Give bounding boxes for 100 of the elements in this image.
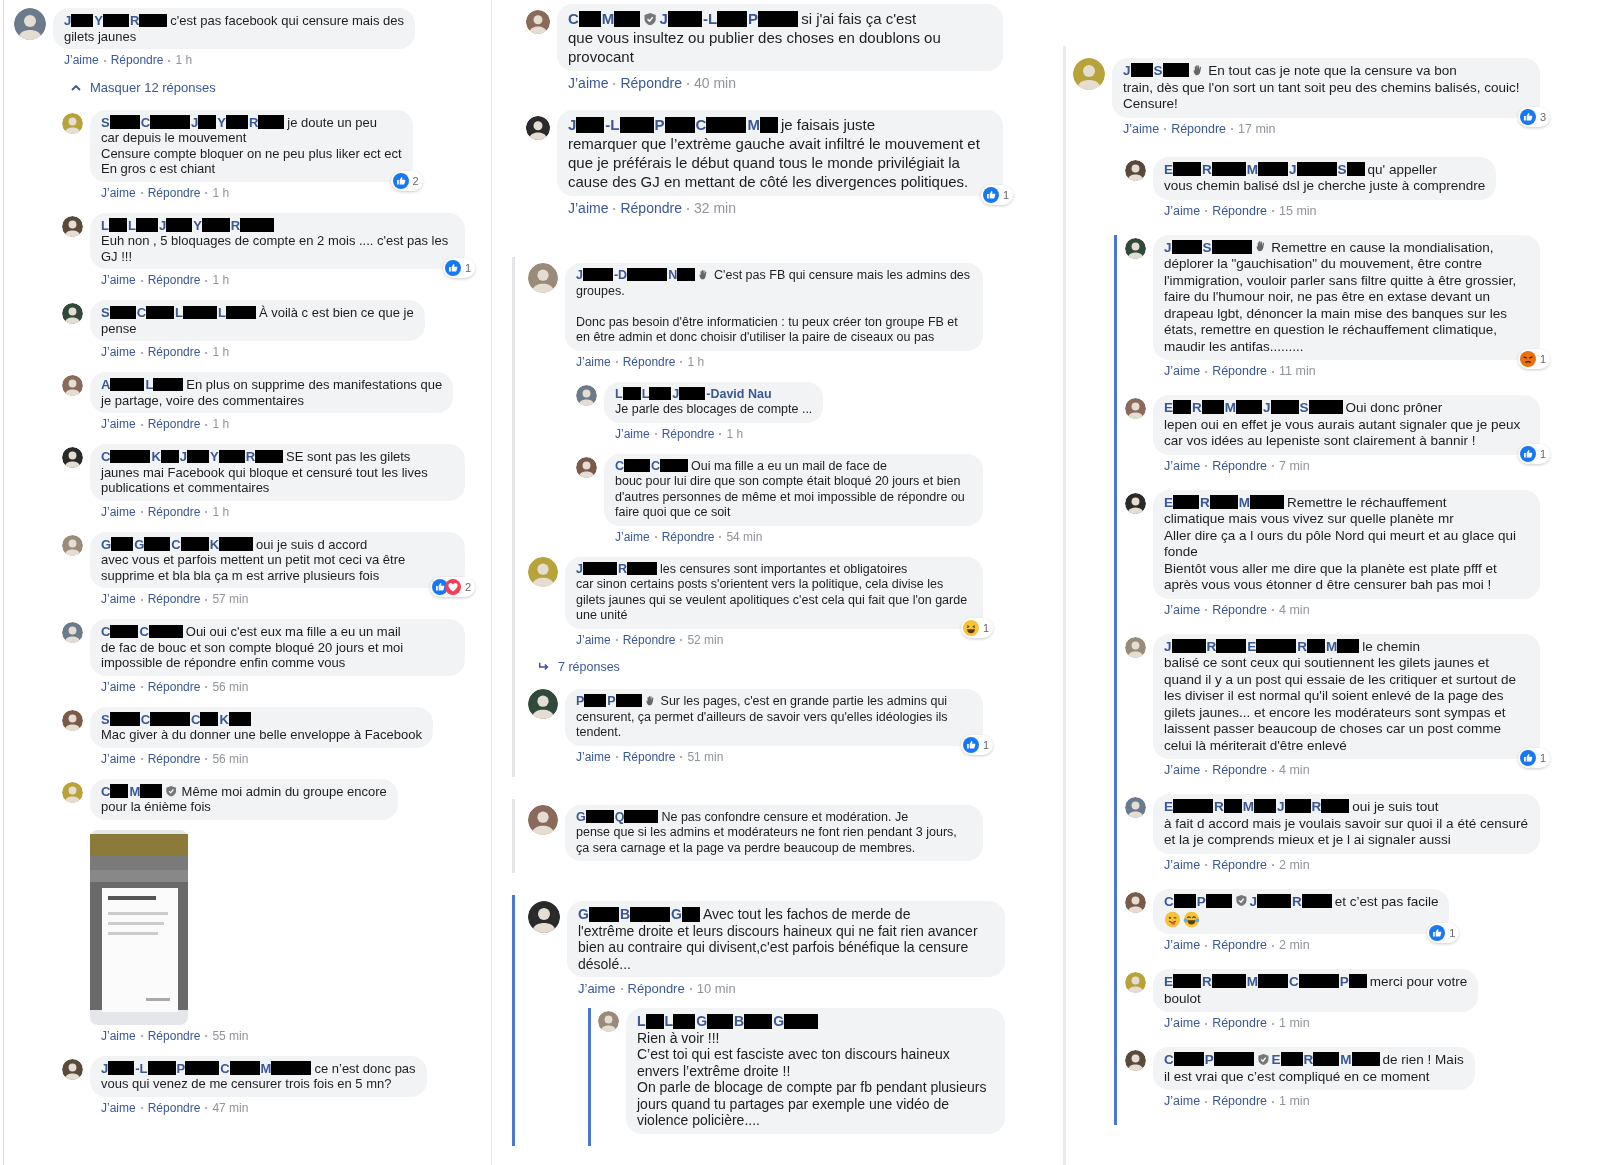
author-initial[interactable]: C xyxy=(140,114,151,130)
like-link[interactable]: J’aime xyxy=(1164,1016,1201,1031)
reaction-badge[interactable]: 1 xyxy=(442,258,475,278)
reply-link[interactable]: Répondre xyxy=(147,345,201,360)
avatar[interactable] xyxy=(1125,891,1146,913)
author-initial[interactable]: S xyxy=(101,305,110,320)
author-name[interactable]: -David Nau xyxy=(706,386,772,401)
author-initial[interactable]: N xyxy=(668,268,678,282)
author-initial[interactable]: R xyxy=(1303,1052,1314,1067)
avatar[interactable] xyxy=(576,456,597,478)
author-initial[interactable]: E xyxy=(1247,638,1257,654)
author-initial[interactable]: J xyxy=(1164,638,1172,654)
author-initial[interactable]: C xyxy=(101,624,111,639)
avatar[interactable] xyxy=(1125,492,1146,514)
reaction-badge[interactable]: 3 xyxy=(1517,106,1550,127)
author-initial[interactable]: S xyxy=(101,711,110,727)
author-initial[interactable]: C xyxy=(101,783,111,799)
reply-link[interactable]: Répondre xyxy=(1212,203,1268,219)
author-initial[interactable]: J xyxy=(1164,239,1172,255)
author-initial[interactable]: R xyxy=(617,561,627,576)
like-link[interactable]: J’aime xyxy=(576,632,611,648)
author-initial[interactable]: C xyxy=(191,711,201,727)
author-initial[interactable]: R xyxy=(245,449,256,464)
author-initial[interactable]: R xyxy=(1206,638,1217,654)
author-initial[interactable]: P xyxy=(1196,893,1206,909)
author-initial[interactable]: -L xyxy=(605,116,620,133)
like-link[interactable]: J’aime xyxy=(1164,763,1201,778)
author-initial[interactable]: J xyxy=(659,10,668,27)
reply-link[interactable]: Répondre xyxy=(622,632,676,648)
reply-link[interactable]: Répondre xyxy=(147,504,201,520)
reaction-badge[interactable]: 2 xyxy=(390,170,423,191)
author-initial[interactable]: -L xyxy=(135,1060,148,1076)
author-initial[interactable]: R xyxy=(1214,799,1224,814)
like-link[interactable]: J’aime xyxy=(1164,938,1201,953)
author-initial[interactable]: G xyxy=(134,536,145,552)
reply-link[interactable]: Répondre xyxy=(620,75,682,92)
author-initial[interactable]: R xyxy=(1200,494,1210,510)
author-initial[interactable]: J xyxy=(1249,893,1258,909)
avatar[interactable] xyxy=(62,215,83,237)
author-initial[interactable]: J xyxy=(101,1060,109,1076)
author-initial[interactable]: C xyxy=(136,305,147,320)
author-initial[interactable]: R xyxy=(1292,893,1302,909)
author-initial[interactable]: L xyxy=(641,386,650,401)
like-link[interactable]: J’aime xyxy=(1164,857,1201,873)
author-initial[interactable]: R xyxy=(1297,638,1308,654)
like-link[interactable]: J’aime xyxy=(1164,458,1201,474)
author-initial[interactable]: K xyxy=(151,449,161,464)
reply-link[interactable]: Répondre xyxy=(1212,857,1268,873)
reply-link[interactable]: Répondre xyxy=(147,1028,201,1044)
author-initial[interactable]: L xyxy=(218,305,226,320)
reply-link[interactable]: Répondre xyxy=(661,426,715,442)
author-initial[interactable]: G xyxy=(671,906,682,922)
author-initial[interactable]: R xyxy=(248,114,259,130)
author-initial[interactable]: M xyxy=(1238,494,1250,510)
author-initial[interactable]: C xyxy=(220,1060,230,1076)
author-initial[interactable]: P xyxy=(1339,974,1349,989)
avatar[interactable] xyxy=(528,689,558,719)
like-link[interactable]: J’aime xyxy=(101,1028,136,1044)
reaction-badge[interactable]: 2 xyxy=(429,577,475,597)
author-initial[interactable]: S xyxy=(1202,239,1212,255)
reply-link[interactable]: Répondre xyxy=(1212,602,1268,618)
reaction-badge[interactable]: 1 xyxy=(960,617,993,638)
author-initial[interactable]: L xyxy=(101,217,109,233)
like-link[interactable]: J’aime xyxy=(101,417,136,432)
author-initial[interactable]: C xyxy=(139,624,149,639)
author-initial[interactable]: C xyxy=(140,711,151,727)
author-initial[interactable]: -D xyxy=(613,268,628,282)
author-initial[interactable]: L xyxy=(615,386,623,401)
like-link[interactable]: J’aime xyxy=(1164,602,1201,618)
author-initial[interactable]: E xyxy=(1164,400,1173,415)
author-initial[interactable]: S xyxy=(101,114,110,130)
reply-link[interactable]: Répondre xyxy=(622,749,676,765)
author-initial[interactable]: C xyxy=(615,458,625,473)
avatar[interactable] xyxy=(1125,1050,1146,1071)
like-link[interactable]: J’aime xyxy=(576,749,611,765)
author-initial[interactable]: M xyxy=(1224,400,1236,415)
like-link[interactable]: J’aime xyxy=(101,1100,136,1116)
reply-link[interactable]: Répondre xyxy=(622,354,676,370)
author-initial[interactable]: Y xyxy=(217,114,226,130)
author-initial[interactable]: J xyxy=(179,449,187,464)
author-initial[interactable]: M xyxy=(747,116,760,133)
author-initial[interactable]: J xyxy=(1263,400,1271,415)
avatar[interactable] xyxy=(62,303,83,324)
author-initial[interactable]: J xyxy=(1277,799,1285,814)
replies-toggle[interactable]: Masquer 12 réponses xyxy=(62,80,216,96)
author-initial[interactable]: J xyxy=(576,561,583,576)
like-link[interactable]: J’aime xyxy=(568,200,609,217)
author-initial[interactable]: M xyxy=(1246,161,1258,177)
reply-link[interactable]: Répondre xyxy=(110,53,164,68)
author-initial[interactable]: P xyxy=(176,1060,186,1076)
author-initial[interactable]: C xyxy=(651,458,661,473)
author-initial[interactable]: P xyxy=(654,116,665,133)
author-initial[interactable]: E xyxy=(1271,1052,1281,1067)
author-initial[interactable]: S xyxy=(1337,161,1347,177)
avatar[interactable] xyxy=(1125,237,1146,259)
like-link[interactable]: J’aime xyxy=(1164,1094,1201,1109)
reply-link[interactable]: Répondre xyxy=(147,273,201,288)
author-initial[interactable]: E xyxy=(1164,799,1173,814)
author-initial[interactable]: Y xyxy=(210,449,219,464)
like-link[interactable]: J’aime xyxy=(101,273,136,288)
